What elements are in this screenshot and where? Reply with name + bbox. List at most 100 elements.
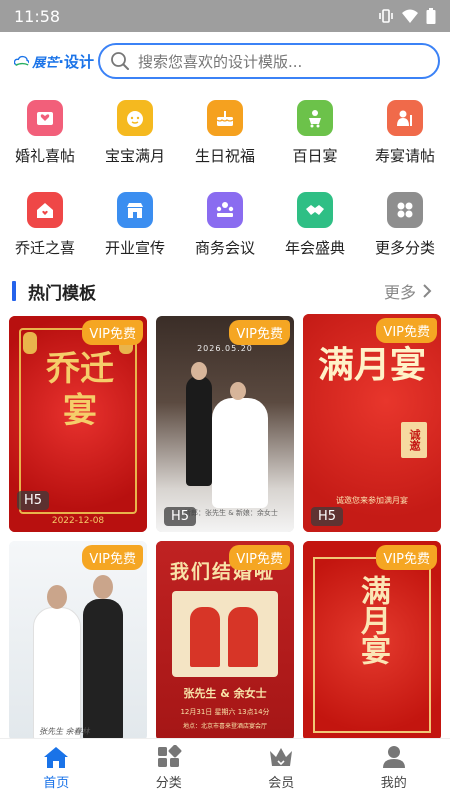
category-label: 开业宣传 (104, 239, 165, 257)
app-screen: 11:58 展芒·设计 搜索您喜欢的设计模版... 婚礼喜帖 宝宝满月 生日祝福… (0, 0, 450, 800)
search-icon (111, 52, 129, 70)
section-title: 热门模板 (28, 283, 96, 304)
card-main-text-value: 满月宴 (317, 344, 426, 386)
category-more[interactable]: 更多分类 (360, 188, 450, 260)
card-caption: 新郎：张先生 & 新娘：余女士 (184, 509, 278, 517)
status-time: 11:58 (14, 6, 61, 26)
seal-stamp: 诚邀 (401, 422, 427, 458)
chevron-right-icon (423, 284, 432, 298)
house-icon (27, 192, 63, 228)
card-main-text: 满月宴 (343, 575, 401, 665)
logo-suffix: ·设计 (58, 52, 94, 71)
vip-badge: VIP免费 (82, 320, 143, 345)
card-date: 2022-12-08 (51, 516, 105, 526)
template-card[interactable]: 满月宴 VIP免费 (303, 541, 441, 741)
card-couple: 张先生 & 余女士 (183, 687, 267, 700)
category-baby[interactable]: 宝宝满月 (90, 96, 180, 168)
groom-figure (190, 607, 220, 667)
category-label: 乔迁之喜 (14, 239, 75, 257)
card-art: 满月宴 诚邀 诚邀您来参加满月宴 (303, 314, 441, 532)
baby-face-icon (117, 100, 153, 136)
category-grid: 婚礼喜帖 宝宝满月 生日祝福 百日宴 寿宴请帖 乔迁之喜 开业宣传 商务会议 年… (0, 90, 450, 260)
groom-head (93, 575, 113, 599)
header: 展芒·设计 搜索您喜欢的设计模版... (0, 32, 450, 90)
groom-figure (186, 376, 212, 486)
category-hundred-days[interactable]: 百日宴 (270, 96, 360, 168)
vip-badge: VIP免费 (82, 545, 143, 570)
birthday-cake-icon (207, 100, 243, 136)
crown-icon (270, 748, 293, 766)
tab-member[interactable]: 会员 (225, 739, 338, 800)
bride-figure (33, 607, 81, 741)
category-housewarming[interactable]: 乔迁之喜 (0, 188, 90, 260)
vip-badge: VIP免费 (229, 545, 290, 570)
category-label: 婚礼喜帖 (14, 147, 75, 165)
template-card[interactable]: 乔迁宴 2022-12-08 VIP免费 H5 (9, 316, 147, 532)
template-card[interactable]: 张先生 余春林 VIP免费 (9, 541, 147, 741)
search-placeholder: 搜索您喜欢的设计模版... (138, 52, 303, 71)
bride-head (47, 585, 67, 609)
category-longevity[interactable]: 寿宴请帖 (360, 96, 450, 168)
h5-badge: H5 (311, 507, 344, 526)
category-annual-party[interactable]: 年会盛典 (270, 188, 360, 260)
category-label: 生日祝福 (194, 147, 255, 165)
vip-badge: VIP免费 (376, 545, 437, 570)
status-icons (378, 8, 436, 24)
template-card[interactable]: 我们结婚啦 张先生 & 余女士 12月31日 星期六 13点14分 地点：北京市… (156, 541, 294, 741)
h5-badge: H5 (164, 507, 197, 526)
template-card[interactable]: 2026.05.20 新郎：张先生 & 新娘：余女士 VIP免费 H5 (156, 316, 294, 532)
category-opening[interactable]: 开业宣传 (90, 188, 180, 260)
user-icon (382, 746, 405, 768)
card-main-text-value: 满月宴 (355, 575, 390, 665)
category-business[interactable]: 商务会议 (180, 188, 270, 260)
elder-icon (387, 100, 423, 136)
seal-text: 诚邀 (408, 429, 421, 451)
card-art: 2026.05.20 新郎：张先生 & 新娘：余女士 (156, 316, 294, 532)
status-bar: 11:58 (0, 0, 450, 32)
tab-label: 会员 (268, 776, 295, 791)
tab-label: 首页 (43, 776, 70, 791)
category-label: 百日宴 (292, 147, 338, 165)
meeting-icon (207, 192, 243, 228)
vip-badge: VIP免费 (376, 318, 437, 343)
handshake-icon (297, 192, 333, 228)
category-label: 商务会议 (194, 239, 255, 257)
card-art: 我们结婚啦 张先生 & 余女士 12月31日 星期六 13点14分 地点：北京市… (156, 541, 294, 741)
card-art: 张先生 余春林 (9, 541, 147, 741)
wedding-invite-icon (27, 100, 63, 136)
card-info: 12月31日 星期六 13点14分 (180, 708, 270, 716)
tab-label: 分类 (155, 776, 182, 791)
shop-icon (117, 192, 153, 228)
category-label: 寿宴请帖 (374, 147, 435, 165)
bride-figure (212, 398, 268, 508)
section-title-wrap: 热门模板 (12, 279, 96, 304)
app-logo[interactable]: 展芒·设计 (14, 46, 94, 76)
bride-figure (228, 607, 258, 667)
tab-category[interactable]: 分类 (113, 739, 226, 800)
card-date: 2026.05.20 (197, 344, 253, 353)
card-caption: 诚邀您来参加满月宴 (336, 496, 408, 505)
bride-head (230, 382, 246, 400)
category-grid-icon (157, 745, 182, 767)
tab-home[interactable]: 首页 (0, 739, 113, 800)
card-frame (172, 591, 278, 677)
home-icon (44, 747, 69, 768)
more-grid-icon (387, 192, 423, 228)
logo-cloud-icon (14, 55, 30, 66)
template-card[interactable]: 满月宴 诚邀 诚邀您来参加满月宴 VIP免费 H5 (303, 314, 441, 532)
groom-figure (83, 599, 123, 741)
battery-icon (426, 8, 436, 24)
tab-profile[interactable]: 我的 (338, 739, 450, 800)
more-label: 更多 (383, 283, 416, 302)
card-main-text-value: 乔迁宴 (46, 349, 114, 431)
h5-badge: H5 (17, 491, 50, 510)
category-label: 宝宝满月 (104, 147, 165, 165)
tab-label: 我的 (380, 776, 407, 791)
more-link[interactable]: 更多 (384, 279, 432, 303)
bottom-tab-bar: 首页 分类 会员 我的 (0, 738, 450, 800)
category-wedding[interactable]: 婚礼喜帖 (0, 96, 90, 168)
category-birthday[interactable]: 生日祝福 (180, 96, 270, 168)
category-label: 年会盛典 (284, 239, 345, 257)
search-input[interactable]: 搜索您喜欢的设计模版... (98, 43, 440, 79)
card-main-text: 乔迁宴 (35, 348, 125, 432)
